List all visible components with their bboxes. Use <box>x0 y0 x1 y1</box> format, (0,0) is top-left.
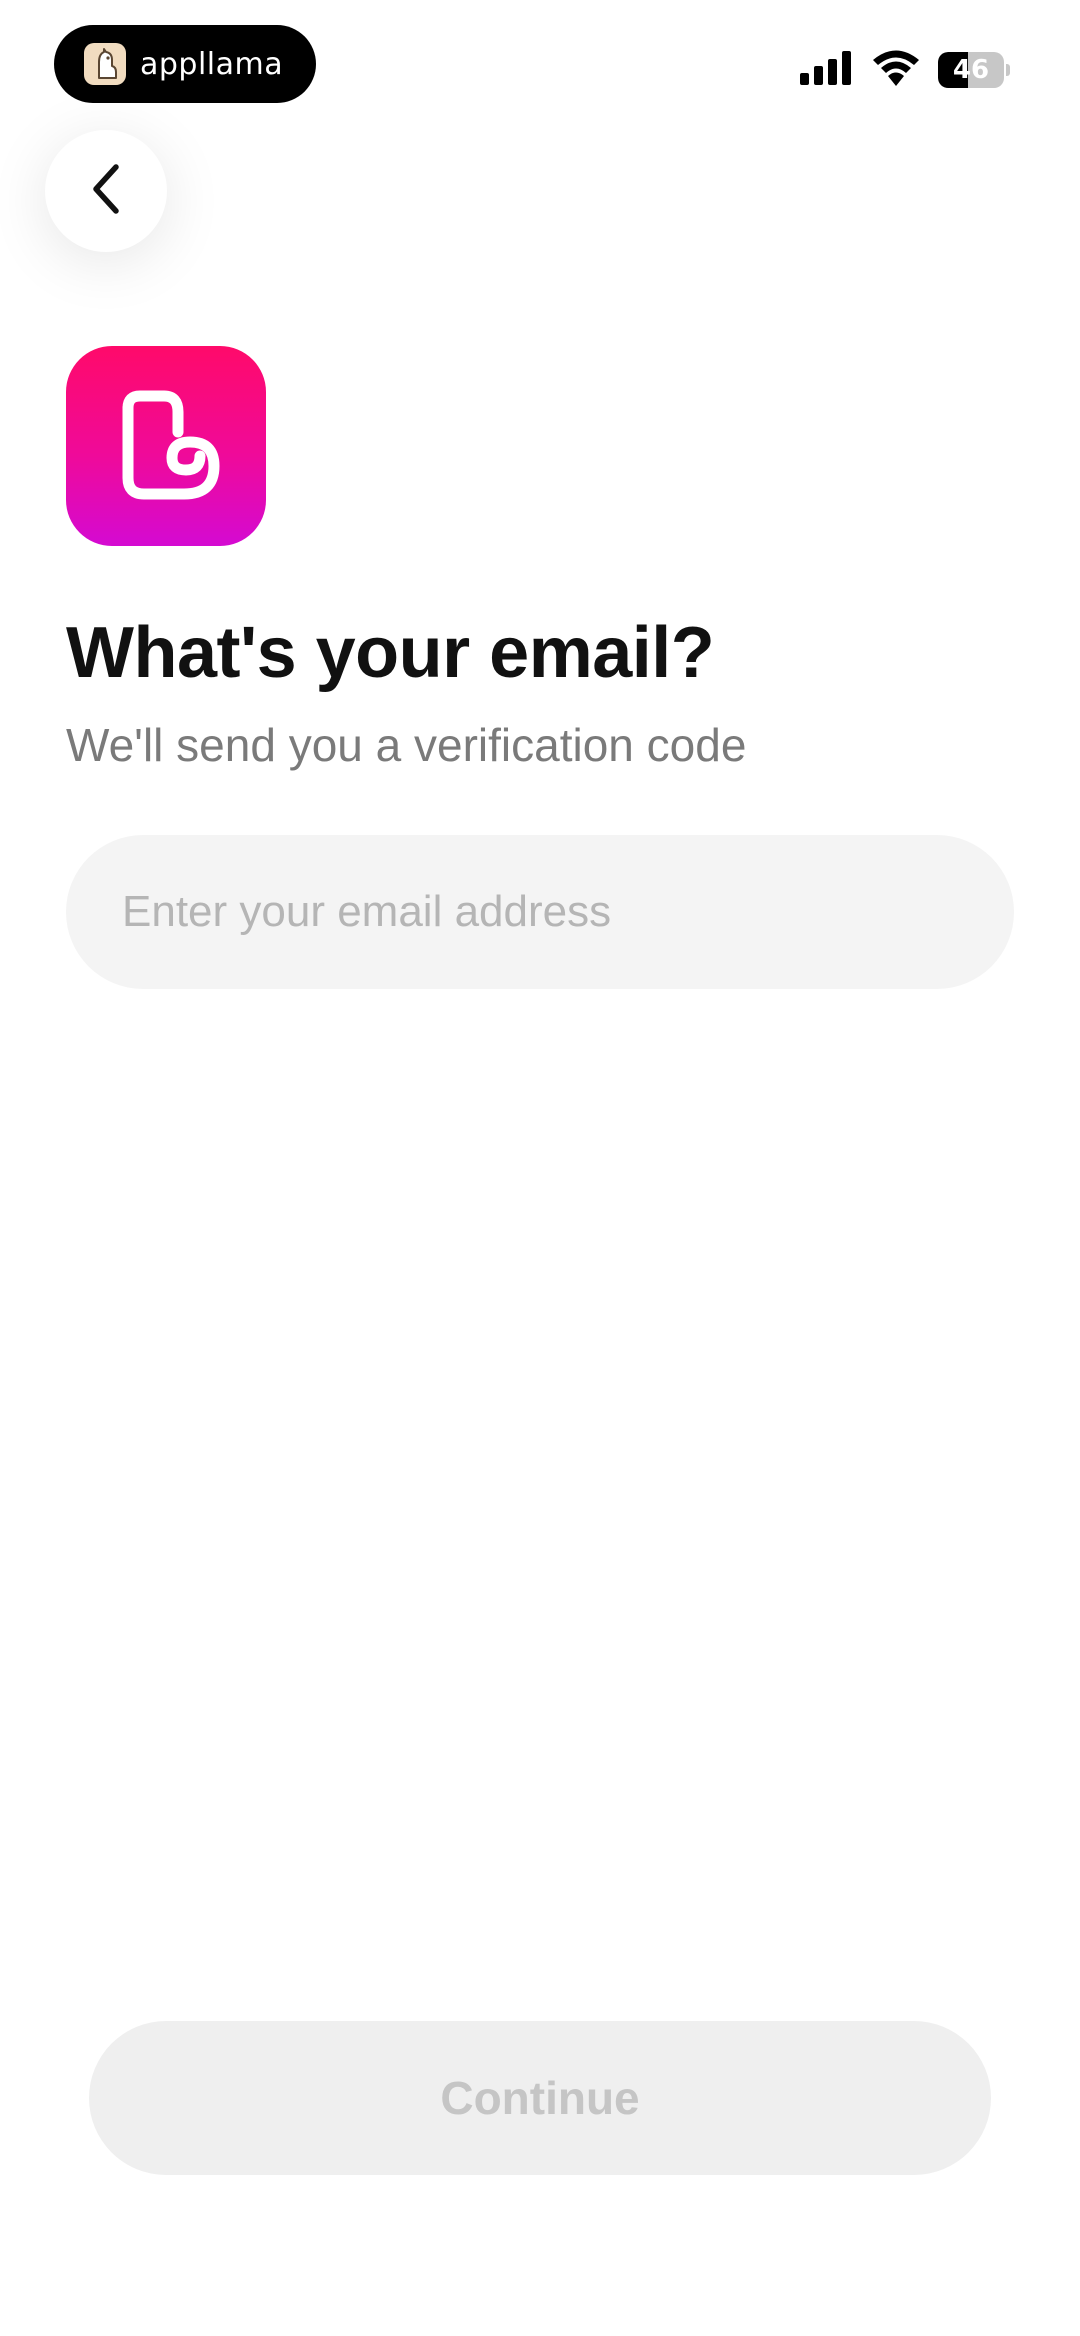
page-title: What's your email? <box>66 613 715 693</box>
battery-level: 46 <box>952 55 990 85</box>
app-logo-icon <box>66 346 266 546</box>
chevron-left-icon <box>86 161 126 222</box>
brand-badge: appllama <box>54 25 316 103</box>
brand-name: appllama <box>140 46 284 82</box>
page-subtitle: We'll send you a verification code <box>66 719 747 771</box>
back-button[interactable] <box>45 130 167 252</box>
llama-logo-icon <box>84 43 126 85</box>
status-icons: 46 <box>800 50 1010 90</box>
battery-icon: 46 <box>938 52 1010 88</box>
continue-button[interactable]: Continue <box>89 2021 991 2175</box>
status-bar: appllama 46 <box>0 0 1080 110</box>
wifi-icon <box>872 50 920 91</box>
cellular-signal-icon <box>800 50 854 90</box>
email-field[interactable] <box>66 835 1014 989</box>
